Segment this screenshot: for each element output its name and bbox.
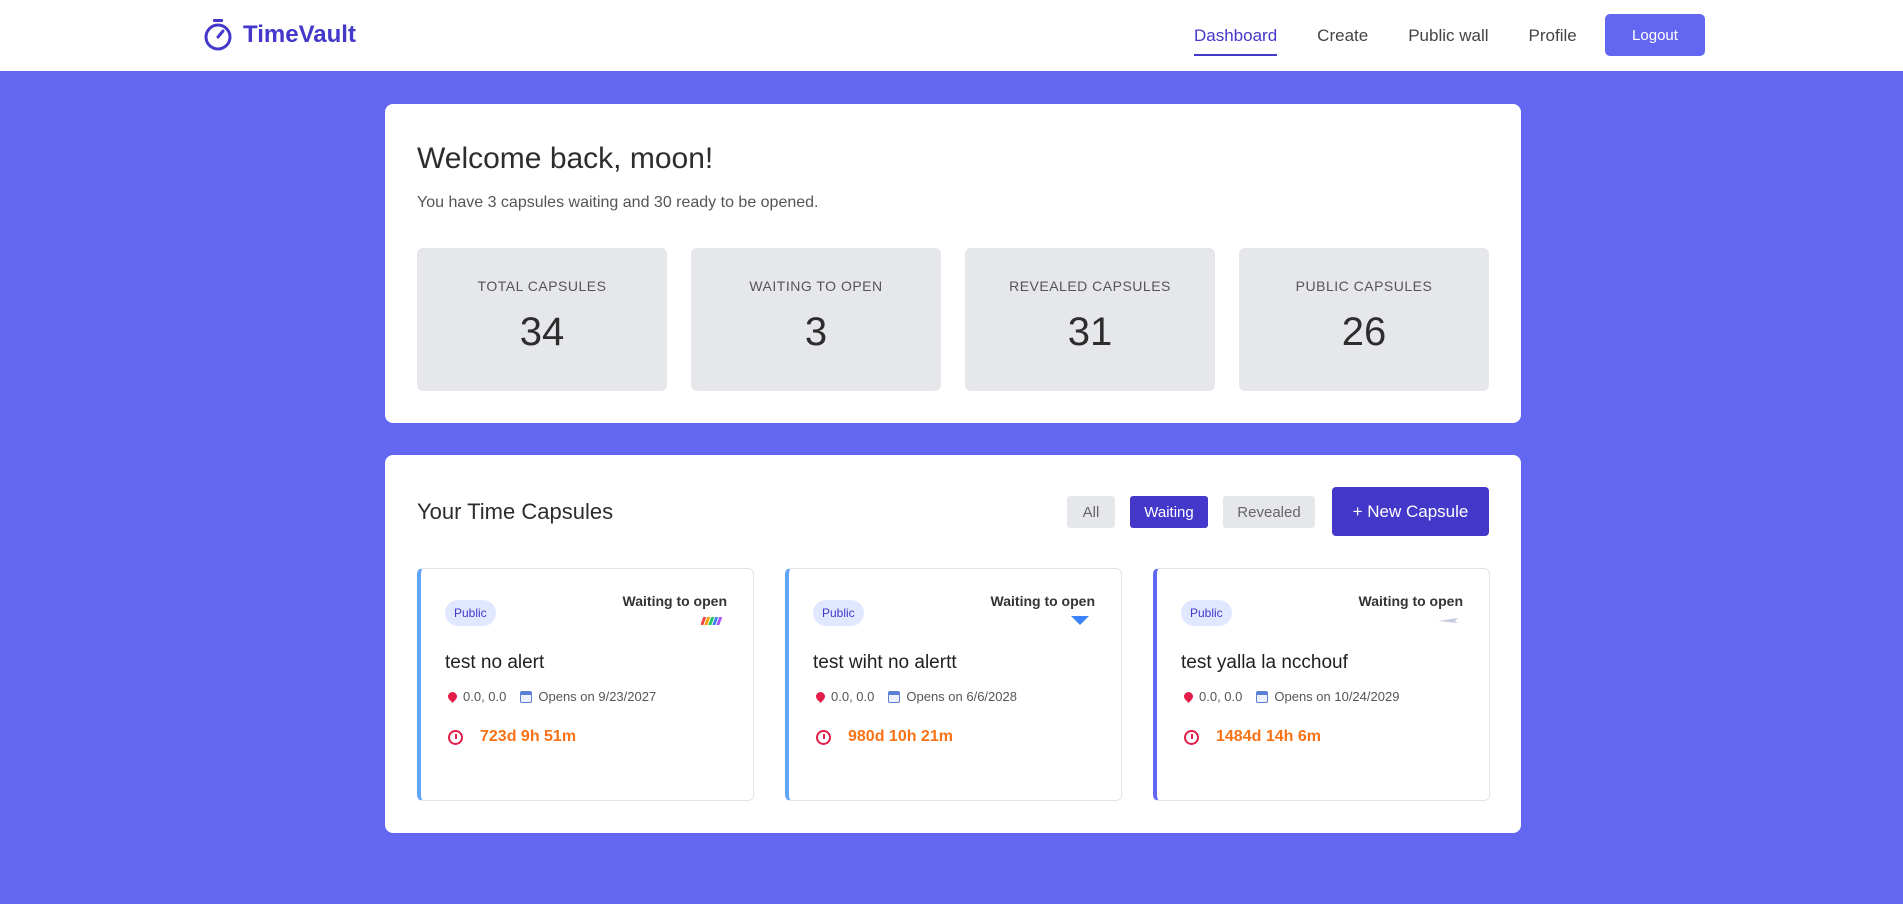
capsules-card: Your Time Capsules All Waiting Revealed … — [385, 455, 1521, 833]
capsule-open-date: Opens on 10/24/2029 — [1274, 689, 1400, 704]
capsule-title: test no alert — [445, 652, 545, 673]
stat-label: REVEALED CAPSULES — [1009, 278, 1171, 294]
welcome-subtitle: You have 3 capsules waiting and 30 ready… — [417, 194, 819, 211]
brand-logo[interactable]: TimeVault — [203, 18, 356, 52]
stat-label: WAITING TO OPEN — [749, 278, 883, 294]
capsule-location: 0.0, 0.0 — [463, 689, 507, 704]
stat-value: 26 — [1341, 310, 1387, 354]
countdown-text: 1484d 14h 6m — [1216, 728, 1321, 745]
stat-label: TOTAL CAPSULES — [477, 278, 607, 294]
alarm-clock-icon — [816, 729, 831, 745]
stat-waiting-to-open: WAITING TO OPEN 3 — [691, 248, 941, 391]
blue-triangle-icon — [1071, 616, 1089, 625]
new-capsule-button[interactable]: + New Capsule — [1332, 487, 1489, 536]
stat-value: 34 — [519, 310, 565, 354]
capsule-meta: 0.0, 0.0 Opens on 10/24/2029 — [1182, 689, 1400, 704]
capsule-status: Waiting to open — [622, 593, 727, 609]
capsule-status: Waiting to open — [1358, 593, 1463, 609]
nav-link-profile[interactable]: Profile — [1529, 0, 1577, 71]
public-badge: Public — [1181, 600, 1232, 626]
capsule-countdown: 723d 9h 51m — [448, 728, 576, 746]
capsule-open-date: Opens on 6/6/2028 — [906, 689, 1017, 704]
capsule-countdown: 980d 10h 21m — [816, 728, 953, 746]
capsule-card[interactable]: Public Waiting to open test yalla la ncc… — [1153, 568, 1490, 801]
top-navbar: TimeVault Dashboard Create Public wall P… — [0, 0, 1903, 71]
capsule-open-date: Opens on 9/23/2027 — [538, 689, 657, 704]
capsule-countdown: 1484d 14h 6m — [1184, 728, 1321, 746]
alarm-clock-icon — [1184, 729, 1199, 745]
capsule-meta: 0.0, 0.0 Opens on 9/23/2027 — [446, 689, 657, 704]
capsule-card[interactable]: Public Waiting to open test no alert 0.0… — [417, 568, 754, 801]
logout-button[interactable]: Logout — [1605, 14, 1705, 56]
countdown-text: 980d 10h 21m — [848, 728, 953, 745]
stat-total-capsules: TOTAL CAPSULES 34 — [417, 248, 667, 391]
filter-revealed-button[interactable]: Revealed — [1223, 496, 1315, 528]
nav-link-dashboard[interactable]: Dashboard — [1194, 0, 1278, 71]
stopwatch-icon — [204, 19, 232, 51]
filter-all-button[interactable]: All — [1067, 496, 1115, 528]
capsule-title: test yalla la ncchouf — [1181, 652, 1348, 673]
welcome-card: Welcome back, moon! You have 3 capsules … — [385, 104, 1521, 423]
calendar-icon — [888, 690, 901, 703]
nav-link-create[interactable]: Create — [1317, 0, 1368, 71]
alarm-clock-icon — [448, 729, 463, 745]
nav-link-public-wall[interactable]: Public wall — [1408, 0, 1488, 71]
stat-revealed-capsules: REVEALED CAPSULES 31 — [965, 248, 1215, 391]
capsule-title: test wiht no alertt — [813, 652, 957, 673]
calendar-icon — [1256, 690, 1269, 703]
brand-name: TimeVault — [243, 21, 356, 48]
stat-label: PUBLIC CAPSULES — [1295, 278, 1433, 294]
filter-waiting-button[interactable]: Waiting — [1130, 496, 1208, 528]
stat-value: 3 — [804, 310, 828, 354]
capsule-meta: 0.0, 0.0 Opens on 6/6/2028 — [814, 689, 1017, 704]
pin-icon — [446, 690, 459, 703]
airplane-icon — [1438, 618, 1458, 623]
public-badge: Public — [445, 600, 496, 626]
pin-icon — [1182, 690, 1195, 703]
rainbow-icon — [701, 617, 723, 625]
public-badge: Public — [813, 600, 864, 626]
capsule-status: Waiting to open — [990, 593, 1095, 609]
section-title: Your Time Capsules — [417, 499, 614, 524]
calendar-icon — [520, 690, 533, 703]
countdown-text: 723d 9h 51m — [480, 728, 577, 745]
pin-icon — [814, 690, 827, 703]
nav-links: Dashboard Create Public wall Profile — [1194, 0, 1617, 71]
capsule-location: 0.0, 0.0 — [1199, 689, 1243, 704]
capsule-card[interactable]: Public Waiting to open test wiht no aler… — [785, 568, 1122, 801]
capsule-location: 0.0, 0.0 — [831, 689, 875, 704]
stat-value: 31 — [1067, 310, 1113, 354]
stat-public-capsules: PUBLIC CAPSULES 26 — [1239, 248, 1489, 391]
welcome-title: Welcome back, moon! — [417, 142, 714, 175]
